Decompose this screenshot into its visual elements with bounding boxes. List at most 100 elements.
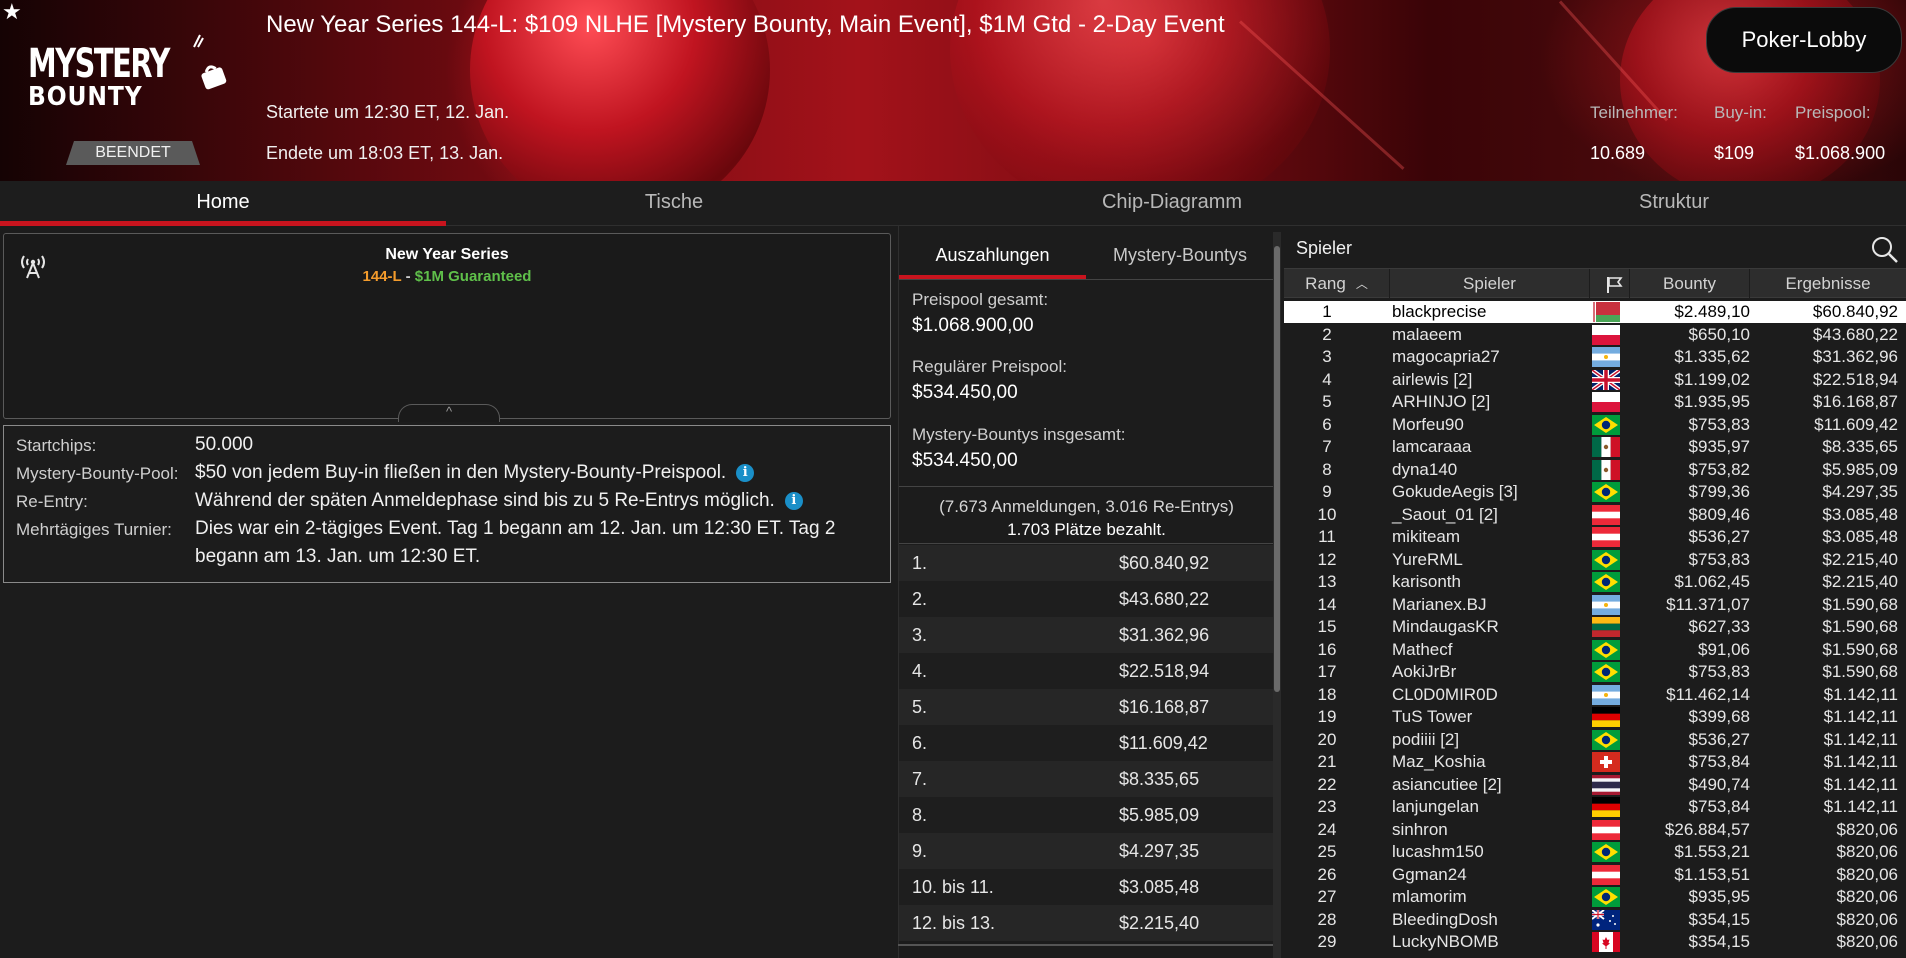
player-rank: 22 bbox=[1317, 774, 1337, 794]
detail-label: Re-Entry: bbox=[16, 492, 88, 511]
payout-amount: $2.215,40 bbox=[1119, 913, 1200, 933]
payouts-scrollbar-thumb[interactable] bbox=[1274, 246, 1280, 692]
flag-mexico-icon bbox=[1592, 437, 1620, 457]
flag-austria-icon bbox=[1592, 504, 1620, 525]
player-bounty: $490,74 bbox=[1688, 774, 1750, 794]
player-row[interactable]: 4 airlewis [2] $1.199,02 $22.518,94 bbox=[1284, 369, 1906, 391]
player-row[interactable]: 29 LuckyNBOMB $354,15 $820,06 bbox=[1284, 931, 1906, 953]
player-row[interactable]: 23 lanjungelan $753,84 $1.142,11 bbox=[1284, 796, 1906, 818]
tab-payouts[interactable]: Auszahlungen bbox=[899, 226, 1086, 280]
player-row[interactable]: 8 dyna140 $753,82 $5.985,09 bbox=[1284, 459, 1906, 481]
payout-amount: $16.168,87 bbox=[1119, 697, 1210, 717]
player-row[interactable]: 6 Morfeu90 $753,83 $11.609,42 bbox=[1284, 414, 1906, 436]
player-row[interactable]: 1 blackprecise $2.489,10 $60.840,92 bbox=[1284, 301, 1906, 323]
column-rank[interactable]: Rang ︿ bbox=[1284, 269, 1390, 299]
participants-label: Teilnehmer: bbox=[1590, 103, 1678, 122]
column-player[interactable]: Spieler bbox=[1390, 269, 1590, 299]
player-rank: 5 bbox=[1322, 392, 1332, 411]
player-rank: 23 bbox=[1317, 797, 1337, 816]
player-bounty: $91,06 bbox=[1698, 639, 1750, 659]
player-name: MindaugasKR bbox=[1392, 617, 1499, 636]
detail-value: $50 von jedem Buy-in fließen in den Myst… bbox=[195, 459, 755, 487]
column-bounty[interactable]: Bounty bbox=[1630, 269, 1750, 299]
flag-brazil-icon bbox=[1592, 662, 1620, 682]
payout-amount: $11.609,42 bbox=[1119, 733, 1208, 753]
logo-text-2: BOUNTY bbox=[28, 82, 143, 112]
flag-brazil-icon bbox=[1592, 414, 1620, 435]
player-name: lamcaraaa bbox=[1392, 437, 1472, 456]
player-bounty: $1.153,51 bbox=[1674, 864, 1750, 884]
player-row[interactable]: 19 TuS Tower $399,68 $1.142,11 bbox=[1284, 706, 1906, 728]
player-rank: 3 bbox=[1322, 347, 1332, 366]
player-row[interactable]: 13 karisonth $1.062,45 $2.215,40 bbox=[1284, 571, 1906, 593]
player-name: lucashm150 bbox=[1392, 842, 1484, 861]
player-row[interactable]: 20 podiiii [2] $536,27 $1.142,11 bbox=[1284, 729, 1906, 751]
player-row[interactable]: 12 YureRML $753,83 $2.215,40 bbox=[1284, 549, 1906, 571]
player-row[interactable]: 25 lucashm150 $1.553,21 $820,06 bbox=[1284, 841, 1906, 863]
flag-brazil-icon bbox=[1592, 482, 1620, 502]
player-bounty: $354,15 bbox=[1688, 909, 1750, 929]
player-name: _Saout_01 [2] bbox=[1392, 504, 1498, 524]
player-result: $820,06 bbox=[1836, 909, 1898, 929]
player-result: $1.590,68 bbox=[1822, 617, 1898, 636]
tab-structure[interactable]: Struktur bbox=[1442, 181, 1906, 226]
column-flag[interactable] bbox=[1590, 269, 1630, 299]
info-icon[interactable]: i bbox=[784, 492, 803, 510]
player-row[interactable]: 24 sinhron $26.884,57 $820,06 bbox=[1284, 819, 1906, 841]
player-row[interactable]: 16 Mathecf $91,06 $1.590,68 bbox=[1284, 639, 1906, 661]
column-result[interactable]: Ergebnisse bbox=[1750, 269, 1906, 299]
player-row[interactable]: 17 AokiJrBr $753,83 $1.590,68 bbox=[1284, 661, 1906, 683]
player-row[interactable]: 28 BleedingDosh $354,15 $820,06 bbox=[1284, 909, 1906, 931]
flag-austria-icon bbox=[1592, 527, 1620, 547]
player-row[interactable]: 22 asiancutiee [2] $490,74 $1.142,11 bbox=[1284, 774, 1906, 796]
player-row[interactable]: 26 Ggman24 $1.153,51 $820,06 bbox=[1284, 864, 1906, 886]
payout-row: 6. $11.609,42 bbox=[899, 725, 1274, 761]
player-row[interactable]: 5 ARHINJO [2] $1.935,95 $16.168,87 bbox=[1284, 391, 1906, 413]
tab-chip-chart[interactable]: Chip-Diagramm bbox=[902, 181, 1442, 226]
info-icon[interactable]: i bbox=[736, 464, 755, 482]
player-result: $43.680,22 bbox=[1812, 324, 1898, 344]
detail-label: Mystery-Bounty-Pool: bbox=[16, 464, 179, 483]
player-result: $1.590,68 bbox=[1822, 662, 1898, 681]
players-panel: Spieler Rang ︿ Spieler Bounty Ergebnisse … bbox=[1284, 226, 1906, 958]
player-result: $8.335,65 bbox=[1822, 437, 1898, 456]
player-row[interactable]: 21 Maz_Koshia $753,84 $1.142,11 bbox=[1284, 751, 1906, 773]
tab-home[interactable]: Home bbox=[0, 181, 446, 226]
player-row[interactable]: 7 lamcaraaa $935,97 $8.335,65 bbox=[1284, 436, 1906, 458]
player-rank: 26 bbox=[1317, 864, 1337, 884]
detail-label: Startchips: bbox=[16, 436, 97, 455]
mystery-pool-label: Mystery-Bountys insgesamt: bbox=[912, 425, 1126, 444]
flag-lithuania-icon bbox=[1592, 617, 1620, 637]
payouts-panel: Auszahlungen Mystery-Bountys Preispool g… bbox=[898, 226, 1274, 958]
poker-lobby-button[interactable]: Poker-Lobby bbox=[1706, 7, 1902, 73]
flag-brazil-icon bbox=[1592, 572, 1620, 592]
player-rank: 24 bbox=[1317, 819, 1337, 839]
player-row[interactable]: 27 mlamorim $935,95 $820,06 bbox=[1284, 886, 1906, 908]
payout-row: 2. $43.680,22 bbox=[899, 581, 1274, 617]
player-name: airlewis [2] bbox=[1392, 369, 1473, 389]
player-result: $820,06 bbox=[1836, 887, 1898, 906]
player-row[interactable]: 2 malaeem $650,10 $43.680,22 bbox=[1284, 324, 1906, 346]
player-name: magocapria27 bbox=[1392, 347, 1500, 366]
payout-place: 12. bis 13. bbox=[912, 913, 996, 933]
series-subtitle: 144-L - $1M Guaranteed bbox=[4, 268, 890, 285]
player-row[interactable]: 14 Marianex.BJ $11.371,07 $1.590,68 bbox=[1284, 594, 1906, 616]
player-row[interactable]: 11 mikiteam $536,27 $3.085,48 bbox=[1284, 526, 1906, 548]
player-row[interactable]: 18 CL0D0MIR0D $11.462,14 $1.142,11 bbox=[1284, 684, 1906, 706]
collapse-toggle[interactable]: ^ bbox=[398, 404, 500, 422]
player-name: Mathecf bbox=[1392, 639, 1453, 659]
player-result: $22.518,94 bbox=[1812, 369, 1898, 389]
player-row[interactable]: 15 MindaugasKR $627,33 $1.590,68 bbox=[1284, 616, 1906, 638]
player-row[interactable]: 3 magocapria27 $1.335,62 $31.362,96 bbox=[1284, 346, 1906, 368]
tab-tables[interactable]: Tische bbox=[446, 181, 902, 226]
search-icon[interactable] bbox=[1869, 234, 1899, 264]
star-icon[interactable]: ★ bbox=[2, 0, 26, 24]
player-result: $1.590,68 bbox=[1822, 594, 1898, 614]
payout-row: 1. $60.840,92 bbox=[899, 545, 1274, 581]
player-row[interactable]: 9 GokudeAegis [3] $799,36 $4.297,35 bbox=[1284, 481, 1906, 503]
tab-mystery-bountys[interactable]: Mystery-Bountys bbox=[1086, 226, 1274, 280]
player-bounty: $1.553,21 bbox=[1674, 842, 1750, 861]
player-rank: 27 bbox=[1317, 887, 1337, 906]
payout-row: 12. bis 13. $2.215,40 bbox=[899, 905, 1274, 941]
player-row[interactable]: 10 _Saout_01 [2] $809,46 $3.085,48 bbox=[1284, 504, 1906, 526]
